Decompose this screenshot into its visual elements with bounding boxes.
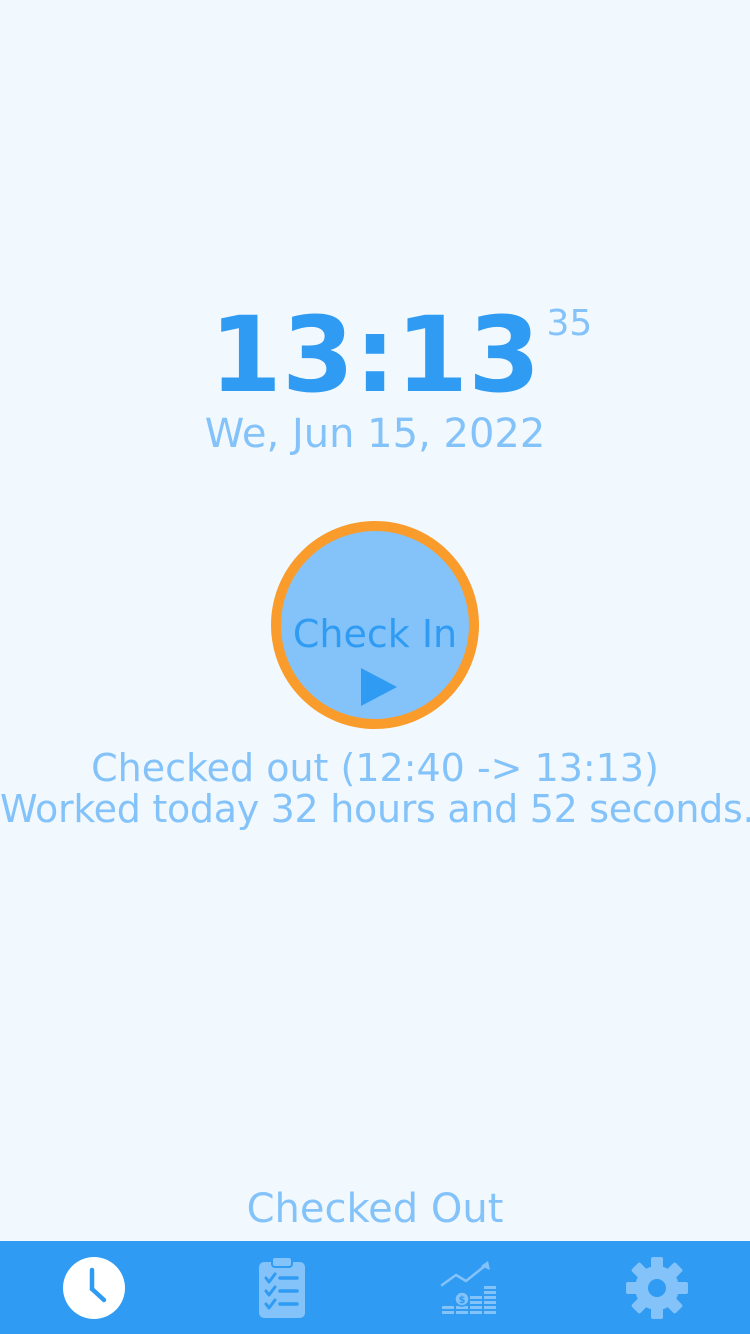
tab-settings[interactable] (563, 1241, 750, 1334)
clipboard-checklist-icon (258, 1256, 305, 1318)
clock-icon (63, 1257, 125, 1319)
tab-tasks[interactable] (188, 1241, 376, 1334)
current-seconds: 35 (546, 303, 593, 344)
play-icon (361, 668, 397, 706)
check-in-label: Check In (292, 612, 458, 656)
gear-icon (625, 1257, 688, 1319)
worked-today-text: Worked today 32 hours and 52 seconds. (0, 787, 750, 831)
time-value: 13:13 (209, 294, 541, 416)
tab-clock[interactable] (0, 1241, 188, 1334)
bottom-tab-bar: $ (0, 1241, 750, 1334)
check-in-button[interactable]: Check In (271, 521, 479, 729)
current-time: 13:13 35 (209, 300, 592, 410)
footer-status-text: Checked Out (246, 1186, 504, 1232)
svg-text:$: $ (459, 1295, 466, 1306)
earnings-chart-icon: $ (440, 1261, 496, 1314)
tab-earnings[interactable]: $ (375, 1241, 563, 1334)
current-date: We, Jun 15, 2022 (204, 411, 546, 457)
clock-display: 13:13 35 (0, 300, 750, 410)
